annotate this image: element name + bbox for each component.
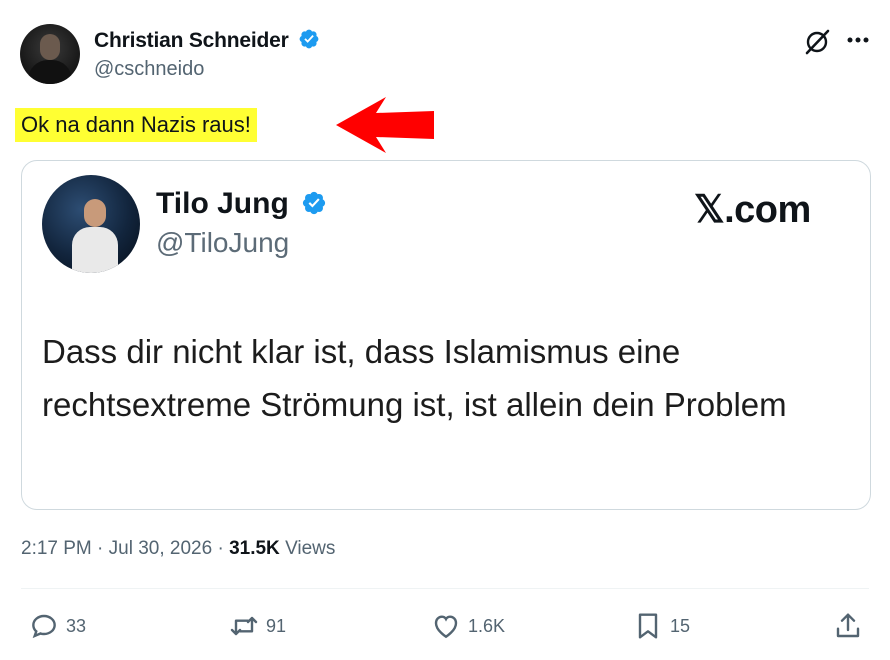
- reply-count: 33: [66, 615, 87, 636]
- tweet-meta: 2:17 PM · Jul 30, 2026 · 31.5K Views: [21, 538, 335, 560]
- tweet-time[interactable]: 2:17 PM: [21, 538, 92, 559]
- tweet-date[interactable]: Jul 30, 2026: [109, 538, 213, 559]
- arrow-icon: [336, 97, 434, 153]
- author-name-row[interactable]: Christian Schneider: [94, 28, 320, 53]
- quoted-avatar-head: [84, 199, 106, 227]
- share-button[interactable]: [832, 610, 864, 642]
- divider: [21, 588, 869, 589]
- quoted-verified-icon: [303, 191, 326, 215]
- avatar-body: [28, 60, 72, 84]
- like-count: 1.6K: [468, 615, 506, 636]
- author-avatar[interactable]: [20, 24, 80, 84]
- avatar-face: [40, 34, 60, 60]
- quoted-handle: @TiloJung: [156, 227, 290, 258]
- author-name[interactable]: Christian Schneider: [94, 29, 289, 52]
- quoted-body-text: Dass dir nicht klar ist, dass Islamismus…: [42, 333, 787, 423]
- grok-icon[interactable]: [803, 28, 831, 56]
- meta-separator: ·: [217, 538, 230, 559]
- quoted-avatar-body: [72, 227, 118, 273]
- verified-icon: [299, 29, 319, 49]
- bookmark-count: 15: [670, 615, 691, 636]
- tweet-text: Ok na dann Nazis raus!: [15, 108, 257, 142]
- reply-button[interactable]: 33: [28, 610, 86, 642]
- views-count: 31.5K: [229, 538, 280, 559]
- repost-button[interactable]: 91: [228, 610, 286, 642]
- bookmark-button[interactable]: 15: [632, 610, 690, 642]
- like-icon: [434, 615, 458, 639]
- bookmark-icon: [638, 613, 658, 639]
- meta-separator: ·: [97, 538, 109, 559]
- quoted-tweet-card[interactable]: Tilo Jung @TiloJung 𝕏.com Dass dir nicht…: [21, 160, 871, 510]
- reply-icon: [32, 614, 56, 639]
- author-handle[interactable]: @cschneido: [94, 58, 204, 81]
- views-label: Views: [285, 538, 336, 559]
- share-icon: [836, 613, 860, 638]
- quoted-name: Tilo Jung: [156, 187, 289, 220]
- quoted-avatar: [42, 175, 140, 273]
- source-logo: 𝕏.com: [694, 189, 811, 231]
- repost-icon: [230, 616, 258, 636]
- repost-count: 91: [266, 615, 287, 636]
- like-button[interactable]: 1.6K: [430, 610, 505, 642]
- more-icon[interactable]: [846, 36, 870, 44]
- quoted-name-row: Tilo Jung: [156, 187, 327, 221]
